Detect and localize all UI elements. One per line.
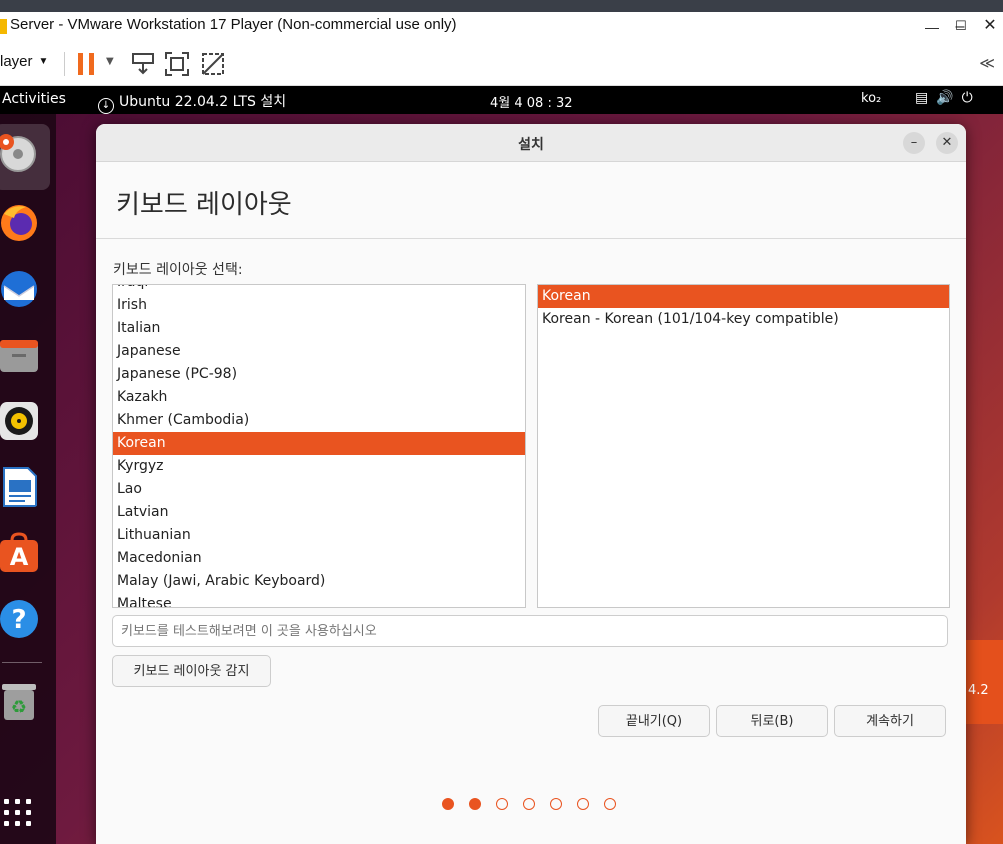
progress-step-dot <box>442 798 454 810</box>
progress-step-dot <box>577 798 589 810</box>
installer-header: 설치 – ✕ <box>96 124 966 162</box>
fullscreen-icon[interactable] <box>164 51 190 77</box>
maximize-icon[interactable]: ☐ <box>946 13 976 39</box>
files-icon[interactable] <box>0 334 40 376</box>
vmware-titlebar: Server - VMware Workstation 17 Player (N… <box>0 0 1003 42</box>
input-method-indicator[interactable]: ko₂ <box>861 91 881 106</box>
page-title: 키보드 레이아웃 <box>116 190 292 220</box>
layout-list-item[interactable]: Japanese <box>113 340 525 363</box>
progress-step-dot <box>550 798 562 810</box>
vmware-app-icon <box>0 19 7 34</box>
background-panel <box>966 640 1003 724</box>
installer-dock-icon[interactable] <box>0 132 38 174</box>
layout-list-item[interactable]: Kazakh <box>113 386 525 409</box>
layout-list-item[interactable]: Iraqi <box>113 285 525 294</box>
layout-list-item[interactable]: Lithuanian <box>113 524 525 547</box>
detect-layout-button[interactable]: 키보드 레이아웃 감지 <box>112 655 271 687</box>
continue-button[interactable]: 계속하기 <box>834 705 946 737</box>
progress-step-dot <box>523 798 535 810</box>
activities-button[interactable]: Activities <box>2 91 66 107</box>
firefox-icon[interactable] <box>0 202 40 244</box>
layout-list-item[interactable]: Italian <box>113 317 525 340</box>
progress-step-dot <box>604 798 616 810</box>
layout-list-item[interactable]: Malay (Jawi, Arabic Keyboard) <box>113 570 525 593</box>
background-version-text: 4.2 <box>968 683 989 698</box>
power-menu-chevron-icon[interactable]: ▼ <box>106 56 114 67</box>
collapse-toolbar-icon[interactable]: ≪ <box>979 54 995 72</box>
rhythmbox-icon[interactable] <box>0 400 40 442</box>
progress-step-dot <box>496 798 508 810</box>
layout-list-item[interactable]: Kyrgyz <box>113 455 525 478</box>
clock[interactable]: 4월 4 08 : 32 <box>490 92 573 111</box>
installer-close-icon[interactable]: ✕ <box>936 132 958 154</box>
layout-list-item[interactable]: Japanese (PC-98) <box>113 363 525 386</box>
layout-list-item[interactable]: Lao <box>113 478 525 501</box>
layout-list-item[interactable]: Irish <box>113 294 525 317</box>
layout-list-item[interactable]: Latvian <box>113 501 525 524</box>
title-divider <box>96 238 966 239</box>
pause-icon[interactable] <box>78 53 96 75</box>
progress-step-dot <box>469 798 481 810</box>
thunderbird-icon[interactable] <box>0 268 40 310</box>
dock-separator <box>2 662 42 663</box>
svg-text:?: ? <box>11 605 26 635</box>
power-icon: ⏻ <box>961 90 981 106</box>
volume-icon: 🔊 <box>936 90 962 106</box>
network-icon: ▤ <box>915 90 937 106</box>
ubuntu-software-icon[interactable]: A <box>0 532 40 574</box>
installer-minimize-icon[interactable]: – <box>903 132 925 154</box>
layout-list-item[interactable]: Macedonian <box>113 547 525 570</box>
quit-button[interactable]: 끝내기(Q) <box>598 705 710 737</box>
keyboard-variant-list[interactable]: Korean Korean - Korean (101/104-key compa… <box>537 284 950 608</box>
installer-indicator-label: Ubuntu 22.04.2 LTS 설치 <box>119 94 287 110</box>
layout-list-item[interactable]: Maltese <box>113 593 525 607</box>
dock: A ? ♻ <box>0 114 56 844</box>
svg-text:A: A <box>10 543 29 571</box>
vmware-toolbar: layer ▼ ▼ ≪ <box>0 42 1003 86</box>
help-icon[interactable]: ? <box>0 598 40 640</box>
ubuntu-topbar: Activities ↓ Ubuntu 22.04.2 LTS 설치 4월 4 0… <box>0 86 1003 114</box>
download-icon: ↓ <box>98 98 114 114</box>
show-applications-icon[interactable] <box>4 799 36 831</box>
layout-list-item[interactable]: Khmer (Cambodia) <box>113 409 525 432</box>
send-ctrl-alt-del-icon[interactable] <box>130 51 156 77</box>
close-icon[interactable]: ✕ <box>975 13 1003 39</box>
layout-list-item[interactable]: Korean <box>113 432 525 455</box>
installer-indicator[interactable]: ↓ Ubuntu 22.04.2 LTS 설치 <box>98 91 286 114</box>
unity-mode-icon[interactable] <box>200 51 226 77</box>
vmware-window-title: Server - VMware Workstation 17 Player (N… <box>10 16 457 33</box>
installer-window: 설치 – ✕ 키보드 레이아웃 키보드 레이아웃 선택: IraqiIrishI… <box>96 124 966 844</box>
installer-window-title: 설치 <box>518 137 544 153</box>
player-menu[interactable]: layer ▼ <box>0 53 48 70</box>
minimize-button-glyph[interactable]: — <box>917 14 947 40</box>
variant-list-item[interactable]: Korean <box>538 285 949 308</box>
system-tray[interactable]: ▤🔊⏻ <box>915 90 981 106</box>
keyboard-layout-list[interactable]: IraqiIrishItalianJapaneseJapanese (PC-98… <box>112 284 526 608</box>
svg-text:♻: ♻ <box>11 697 27 718</box>
back-button[interactable]: 뒤로(B) <box>716 705 828 737</box>
toolbar-divider <box>64 52 65 76</box>
trash-icon[interactable]: ♻ <box>0 680 40 722</box>
layout-section-label: 키보드 레이아웃 선택: <box>113 262 243 278</box>
player-menu-label: layer <box>0 53 33 70</box>
variant-list-item[interactable]: Korean - Korean (101/104-key compatible) <box>538 308 949 331</box>
libreoffice-writer-icon[interactable] <box>0 466 40 508</box>
chevron-down-icon: ▼ <box>38 56 49 67</box>
keyboard-test-input[interactable] <box>112 615 948 647</box>
